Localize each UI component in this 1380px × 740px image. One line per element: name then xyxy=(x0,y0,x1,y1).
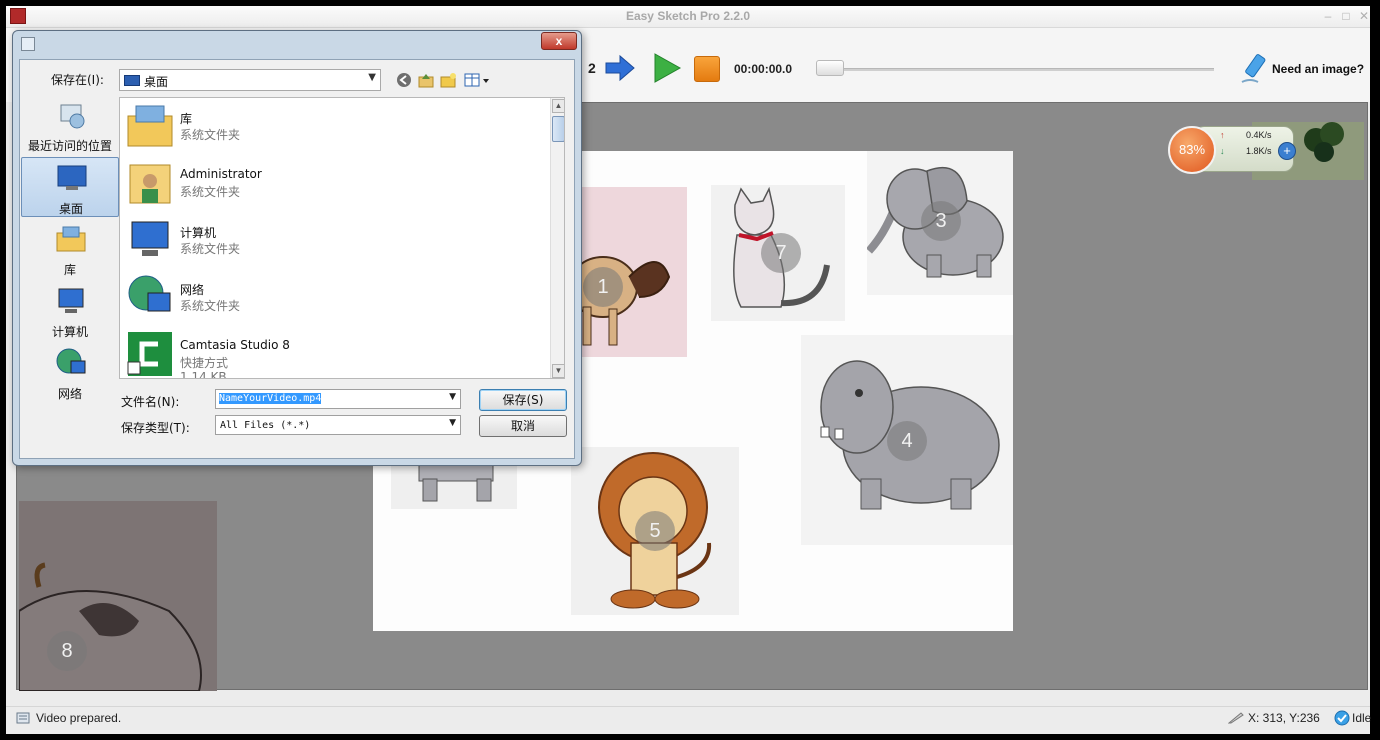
user-folder-icon xyxy=(129,164,171,204)
upload-arrow-icon: ↑ xyxy=(1220,130,1225,140)
place-recent[interactable]: 最近访问的位置 xyxy=(21,95,119,155)
network-icon xyxy=(128,275,171,312)
timeline-slider-thumb[interactable] xyxy=(816,60,844,76)
step-number: 2 xyxy=(588,60,596,76)
status-bar: Video prepared. X: 313, Y:236 Idle xyxy=(6,706,1372,728)
scroll-down-icon[interactable]: ▼ xyxy=(552,364,564,378)
recent-places-icon xyxy=(60,104,85,129)
cat-image[interactable]: 7 xyxy=(711,185,845,321)
timecode: 00:00:00.0 xyxy=(734,62,793,76)
log-icon xyxy=(16,712,30,724)
pencil-eraser-icon[interactable] xyxy=(1236,52,1270,86)
pen-icon xyxy=(1228,712,1244,724)
scene-number-badge: 1 xyxy=(583,267,623,307)
timeline-slider[interactable] xyxy=(818,68,1214,71)
place-desktop[interactable]: 桌面 xyxy=(21,157,119,217)
scroll-up-icon[interactable]: ▲ xyxy=(552,99,564,113)
next-arrow-icon[interactable] xyxy=(604,54,636,82)
play-icon[interactable] xyxy=(652,52,682,84)
file-list[interactable]: 库 系统文件夹 Administrator 系统文件夹 计算机 系统文件夹 网络… xyxy=(119,97,565,379)
chevron-down-icon[interactable]: ▼ xyxy=(449,392,456,402)
stop-button[interactable] xyxy=(694,56,720,82)
filetype-label: 保存类型(T): xyxy=(121,421,190,435)
filetype-dropdown[interactable]: All Files (*.*) ▼ xyxy=(215,415,461,435)
network-speed-widget[interactable]: 83% ↑ 0.4K/s ↓ 1.8K/s + xyxy=(1168,116,1364,186)
list-item[interactable]: 网络 系统文件夹 xyxy=(122,269,542,325)
java-icon xyxy=(21,37,35,51)
filename-value: NameYourVideo.mp4 xyxy=(219,393,322,404)
new-folder-icon[interactable] xyxy=(439,71,457,89)
filename-input[interactable]: NameYourVideo.mp4 ▼ xyxy=(215,389,461,409)
scroll-thumb[interactable] xyxy=(552,116,564,142)
cow-image[interactable]: 8 xyxy=(18,501,217,692)
save-dialog: x 保存在(I): 桌面 ▼ 最近访问的位置 桌面 库 计算机 网络 库 系统文… xyxy=(12,30,582,466)
minimize-button[interactable]: – xyxy=(1318,8,1338,24)
download-arrow-icon: ↓ xyxy=(1220,146,1225,156)
up-folder-icon[interactable] xyxy=(417,71,435,89)
places-bar: 最近访问的位置 桌面 库 计算机 网络 xyxy=(21,95,119,455)
place-network[interactable]: 网络 xyxy=(21,343,119,403)
list-item[interactable]: 计算机 系统文件夹 xyxy=(122,212,542,268)
maximize-button[interactable]: □ xyxy=(1336,8,1356,24)
filetype-value: All Files (*.*) xyxy=(220,420,311,431)
upload-speed: 0.4K/s xyxy=(1246,130,1272,140)
scene-number-badge: 8 xyxy=(47,631,87,671)
app-state: Idle xyxy=(1352,711,1372,725)
elephant-image[interactable]: 3 xyxy=(865,151,1013,295)
chevron-down-icon: ▼ xyxy=(368,72,376,83)
check-icon xyxy=(1334,710,1350,726)
list-item[interactable]: Administrator 系统文件夹 xyxy=(122,155,542,211)
title-bar[interactable]: Easy Sketch Pro 2.2.0 – □ ✕ xyxy=(6,6,1370,28)
list-item[interactable]: 库 系统文件夹 xyxy=(122,98,542,154)
scene-number-badge: 3 xyxy=(921,201,961,241)
save-in-label: 保存在(I): xyxy=(51,73,104,87)
computer-icon xyxy=(58,288,84,313)
scene-number-badge: 4 xyxy=(887,421,927,461)
place-libraries[interactable]: 库 xyxy=(21,219,119,279)
filename-label: 文件名(N): xyxy=(121,395,180,409)
place-computer[interactable]: 计算机 xyxy=(21,281,119,341)
back-icon[interactable] xyxy=(395,71,413,89)
view-menu-icon[interactable] xyxy=(463,71,493,89)
memory-usage-badge[interactable]: 83% xyxy=(1168,126,1216,174)
close-button[interactable]: ✕ xyxy=(1354,8,1374,24)
list-item[interactable]: Camtasia Studio 8 快捷方式 1.14 KB xyxy=(122,326,542,378)
plus-icon[interactable]: + xyxy=(1278,142,1296,160)
libraries-icon xyxy=(56,226,86,252)
camtasia-icon xyxy=(127,332,172,376)
scene-number-badge: 5 xyxy=(635,511,675,551)
save-in-value: 桌面 xyxy=(144,75,169,89)
desktop-icon xyxy=(57,165,87,190)
horse-image[interactable]: 1 xyxy=(568,187,687,357)
scene-number-badge: 7 xyxy=(761,233,801,273)
save-in-dropdown[interactable]: 桌面 ▼ xyxy=(119,69,381,91)
lion-image[interactable]: 5 xyxy=(571,447,739,615)
app-title: Easy Sketch Pro 2.2.0 xyxy=(625,9,751,23)
desktop-icon xyxy=(124,75,140,86)
hippo-image[interactable]: 4 xyxy=(801,335,1013,545)
download-speed: 1.8K/s xyxy=(1246,146,1272,156)
libraries-icon xyxy=(127,105,173,147)
status-message: Video prepared. xyxy=(36,711,122,725)
file-list-scrollbar[interactable]: ▲ ▼ xyxy=(550,98,564,378)
network-icon xyxy=(56,348,86,374)
cancel-button[interactable]: 取消 xyxy=(479,415,567,437)
save-button[interactable]: 保存(S) xyxy=(479,389,567,411)
dialog-close-button[interactable]: x xyxy=(541,32,577,50)
cursor-coordinates: X: 313, Y:236 xyxy=(1248,711,1320,725)
need-image-link[interactable]: Need an image? xyxy=(1272,62,1364,76)
chevron-down-icon: ▼ xyxy=(449,418,456,428)
computer-icon xyxy=(131,221,169,256)
